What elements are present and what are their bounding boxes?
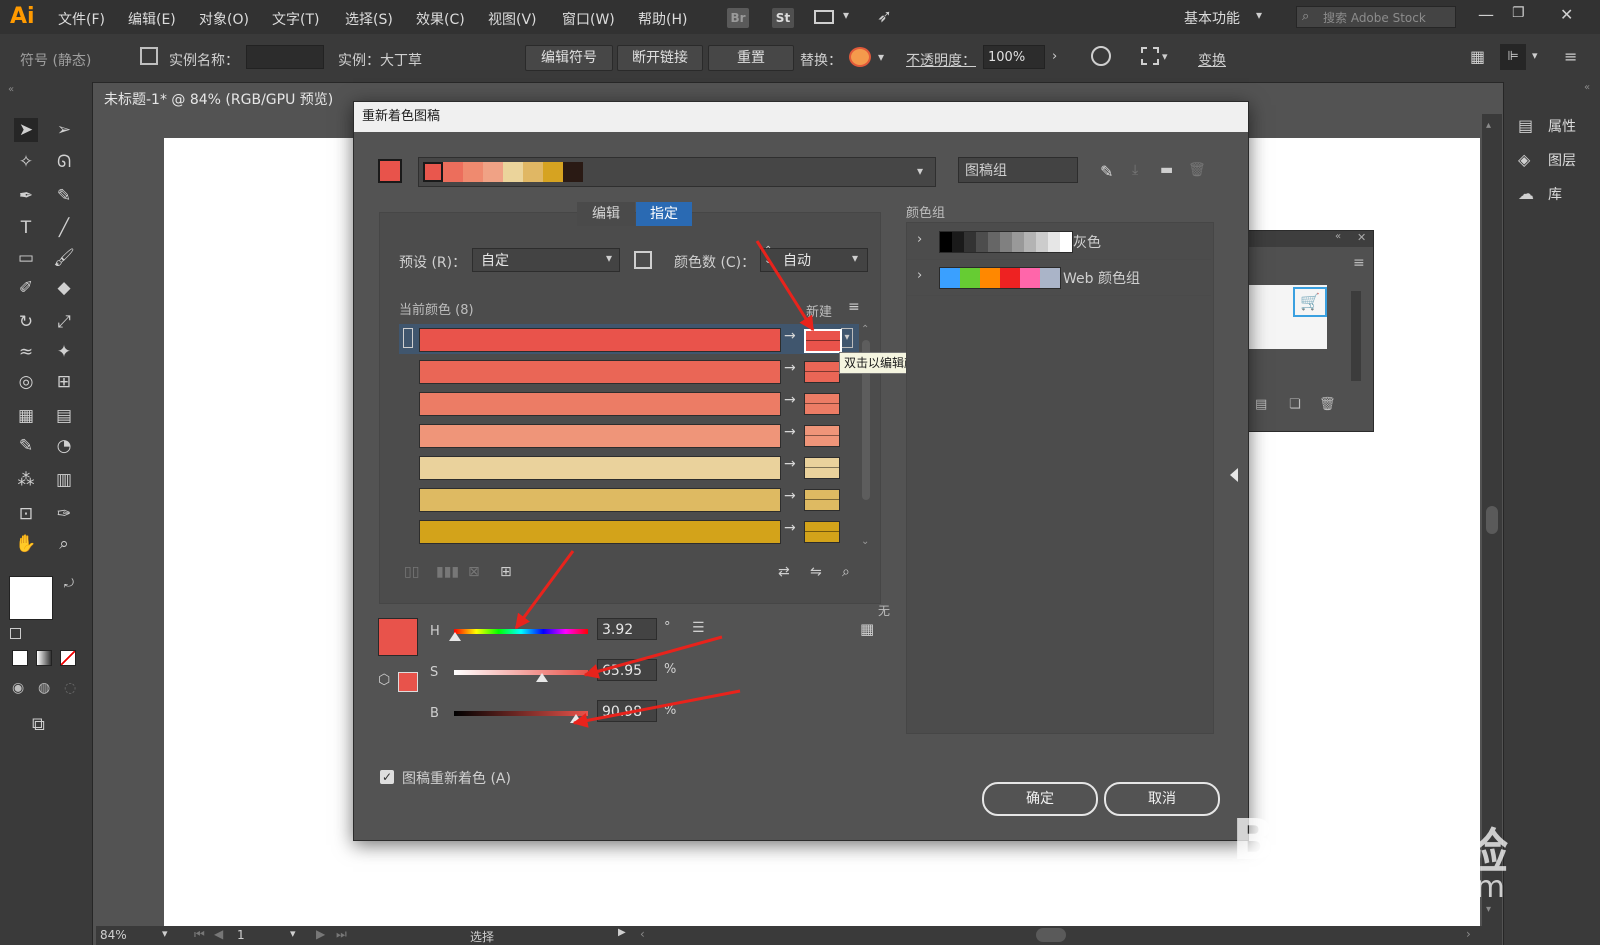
annotation-arrow [572,689,741,728]
annotation-arrow [755,240,815,332]
annotation-arrow [583,635,723,679]
watermark-brand: Bai [1232,808,1332,873]
watermark-url: jingyan.baidu.com [1228,870,1505,905]
paw-icon [1350,776,1418,844]
annotation-arrow [514,550,575,630]
